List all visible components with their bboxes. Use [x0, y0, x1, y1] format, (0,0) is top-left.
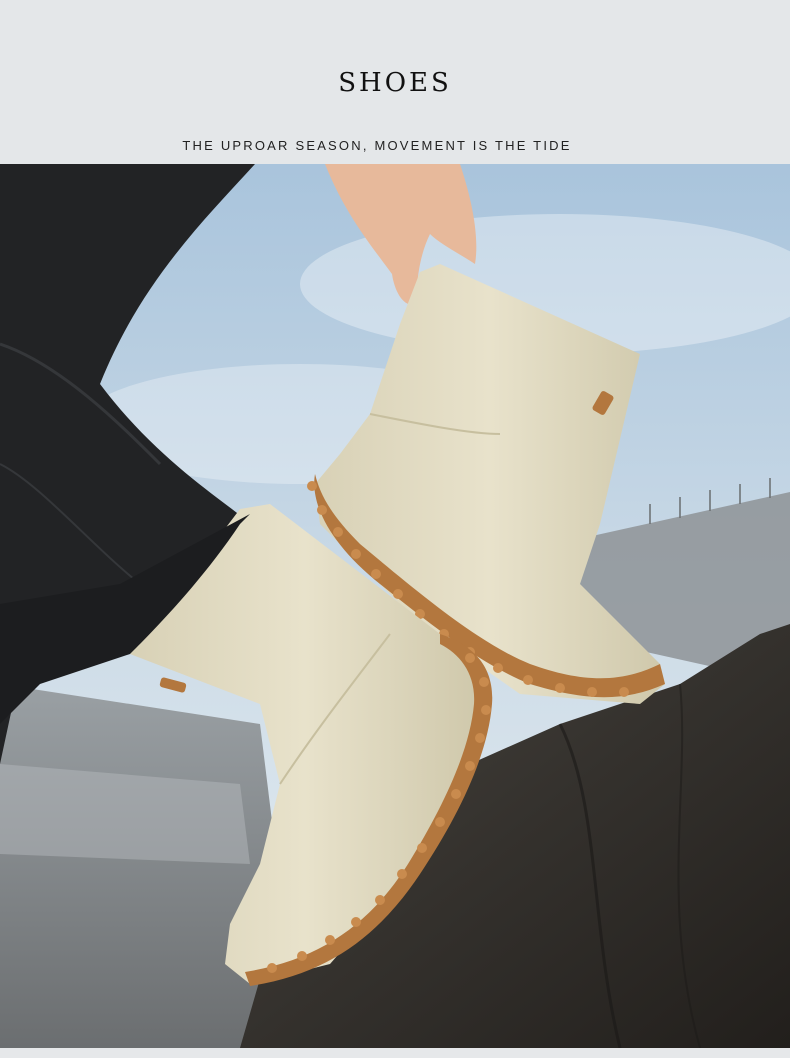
page-subtitle: THE UPROAR SEASON, MOVEMENT IS THE TIDE	[182, 138, 572, 153]
product-photo	[0, 164, 790, 1048]
header-banner: SHOES THE UPROAR SEASON, MOVEMENT IS THE…	[0, 0, 790, 164]
product-photo-rain-boots-icon	[0, 164, 790, 1048]
page-title: SHOES	[338, 68, 452, 98]
ground	[0, 684, 300, 1048]
bottom-strip	[0, 1048, 790, 1058]
